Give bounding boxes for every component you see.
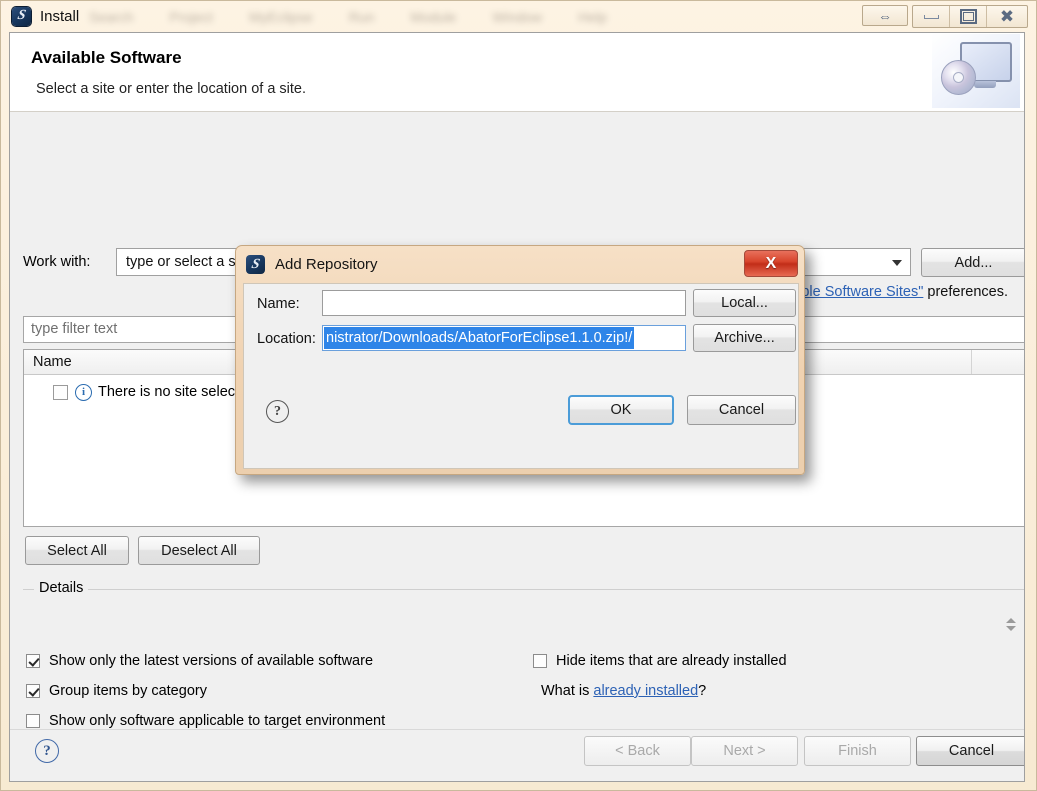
window-controls: ✖ xyxy=(912,5,1028,28)
checkbox[interactable] xyxy=(26,684,40,698)
minimize-icon xyxy=(923,14,939,19)
eclipse-icon xyxy=(12,6,31,26)
checkbox[interactable] xyxy=(533,654,547,668)
hint-suffix: preferences. xyxy=(923,284,1008,300)
checkbox[interactable] xyxy=(26,654,40,668)
chevron-down-icon[interactable] xyxy=(1006,625,1016,631)
location-label: Location: xyxy=(257,331,316,347)
location-field[interactable]: nistrator/Downloads/AbatorForEclipse1.1.… xyxy=(322,325,686,351)
cd-icon xyxy=(941,60,976,95)
monitor-with-cd-icon xyxy=(932,34,1020,108)
page-title: Available Software xyxy=(31,48,182,67)
option-label: Group items by category xyxy=(49,683,207,699)
details-frame xyxy=(23,589,1024,640)
help-question-icon[interactable]: ? xyxy=(35,739,59,763)
maximize-button[interactable] xyxy=(950,6,987,27)
details-spinner[interactable] xyxy=(1004,612,1018,636)
add-button[interactable]: Add... xyxy=(921,248,1024,277)
maximize-icon xyxy=(959,9,977,24)
close-button[interactable]: ✖ xyxy=(987,6,1027,27)
close-icon[interactable]: X xyxy=(744,250,798,277)
finish-button[interactable]: Finish xyxy=(804,736,911,766)
row-label: There is no site selec xyxy=(98,384,236,400)
resize-glyph: ⇔ xyxy=(878,7,892,24)
wizard-footer: ? < Back Next > Finish Cancel xyxy=(10,729,1024,781)
option-label: Hide items that are already installed xyxy=(556,653,787,669)
dialog-title: Add Repository xyxy=(275,256,378,273)
window-title: Install xyxy=(40,7,80,25)
eclipse-icon xyxy=(246,255,265,274)
chevron-up-icon[interactable] xyxy=(1006,617,1016,623)
already-installed-link[interactable]: already installed xyxy=(593,683,698,699)
row-checkbox[interactable] xyxy=(53,384,68,400)
local-button[interactable]: Local... xyxy=(693,289,796,317)
option-applicable-target[interactable]: Show only software applicable to target … xyxy=(26,713,385,729)
column-header-spacer xyxy=(972,350,1024,374)
details-label: Details xyxy=(34,580,89,596)
work-with-input[interactable]: type or select a site xyxy=(126,254,251,270)
chevron-down-icon[interactable] xyxy=(892,260,902,266)
deselect-all-button[interactable]: Deselect All xyxy=(138,536,260,565)
minimize-button[interactable] xyxy=(913,6,950,27)
details-group: Details xyxy=(23,578,1024,640)
location-field-value[interactable]: nistrator/Downloads/AbatorForEclipse1.1.… xyxy=(324,327,635,349)
close-icon: ✖ xyxy=(999,7,1015,26)
back-button[interactable]: < Back xyxy=(584,736,691,766)
next-button[interactable]: Next > xyxy=(691,736,798,766)
install-window: Search Project MyEclipse Run Module Wind… xyxy=(0,0,1037,791)
name-field[interactable] xyxy=(322,290,686,316)
dialog-cancel-button[interactable]: Cancel xyxy=(687,395,796,425)
option-label: Show only software applicable to target … xyxy=(49,713,386,729)
what-is-suffix: ? xyxy=(698,683,707,699)
ok-button[interactable]: OK xyxy=(568,395,674,425)
option-label: Show only the latest versions of availab… xyxy=(49,653,374,669)
name-label: Name: xyxy=(257,296,300,312)
resize-arrows-icon[interactable]: ⇔ xyxy=(862,5,908,26)
page-subtitle: Select a site or enter the location of a… xyxy=(36,81,307,97)
checkbox[interactable] xyxy=(26,714,40,728)
archive-button[interactable]: Archive... xyxy=(693,324,796,352)
info-icon: i xyxy=(75,383,92,401)
select-all-button[interactable]: Select All xyxy=(25,536,129,565)
filter-placeholder: type filter text xyxy=(31,321,118,337)
add-repository-dialog: Add Repository X Name: Local... Location… xyxy=(235,245,805,475)
work-with-label: Work with: xyxy=(23,254,91,270)
cancel-button[interactable]: Cancel xyxy=(916,736,1024,766)
dialog-body: Name: Local... Location: nistrator/Downl… xyxy=(243,283,799,469)
what-is-installed-line: What is already installed? xyxy=(541,683,706,699)
option-hide-installed[interactable]: Hide items that are already installed xyxy=(533,653,787,669)
what-is-prefix: What is xyxy=(541,683,594,699)
option-group-by-category[interactable]: Group items by category xyxy=(26,683,207,699)
dialog-titlebar: Add Repository X xyxy=(236,246,804,283)
help-question-icon[interactable]: ? xyxy=(266,400,289,423)
wizard-header: Available Software Select a site or ente… xyxy=(10,33,1024,112)
option-latest-versions[interactable]: Show only the latest versions of availab… xyxy=(26,653,373,669)
